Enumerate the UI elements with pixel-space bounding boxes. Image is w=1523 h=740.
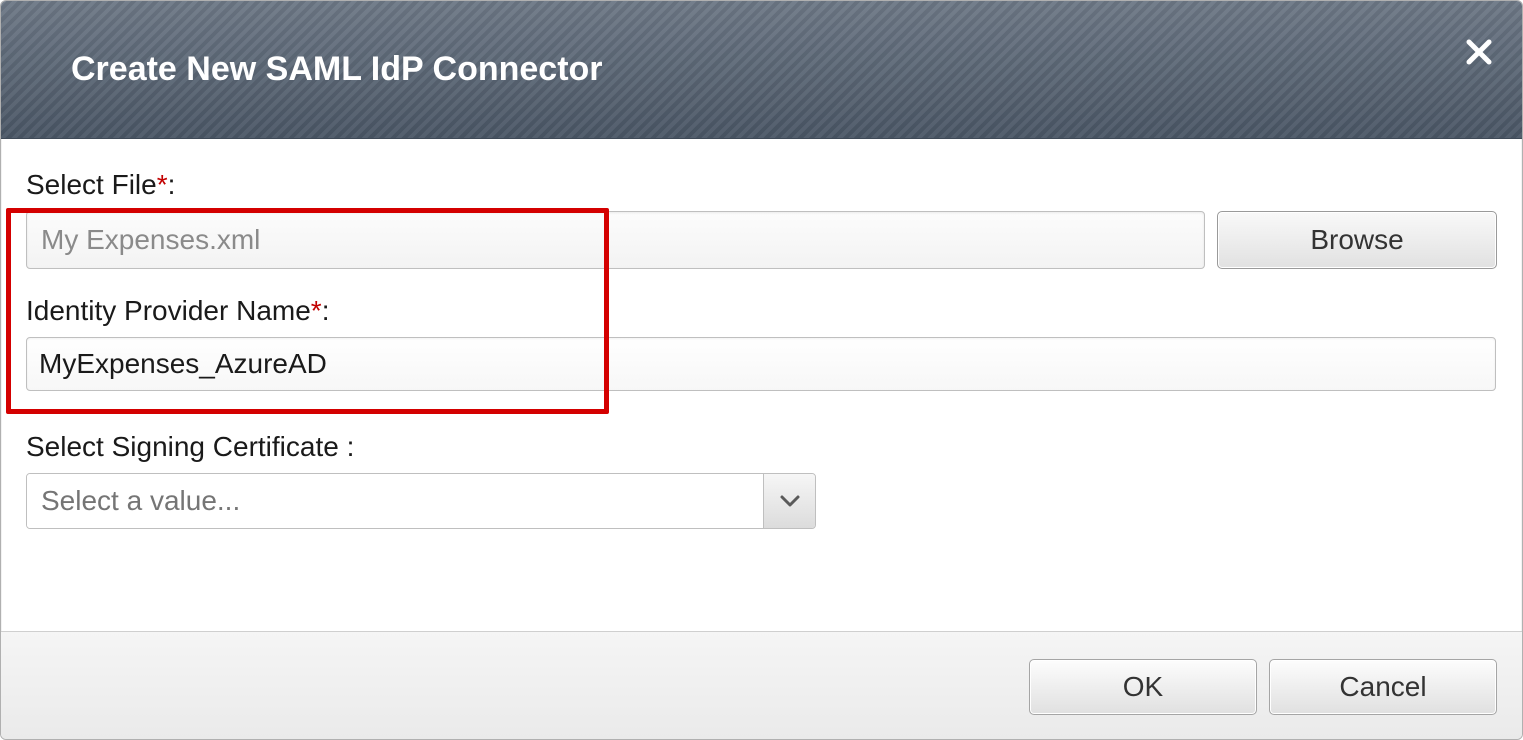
file-row: Browse [26,211,1497,269]
select-file-label: Select File*: [26,169,1497,201]
dialog-footer: OK Cancel [1,631,1522,740]
close-icon[interactable] [1464,37,1494,67]
signing-cert-select[interactable] [26,473,816,529]
dialog-title: Create New SAML IdP Connector [71,50,603,89]
browse-button[interactable]: Browse [1217,211,1497,269]
select-file-label-text: Select File [26,169,157,200]
select-file-row: Select File*: Browse [26,169,1497,269]
required-mark: * [311,295,322,326]
signing-cert-value[interactable] [27,474,763,528]
chevron-down-icon[interactable] [763,474,815,528]
required-mark: * [157,169,168,200]
colon: : [322,295,330,326]
dialog: Create New SAML IdP Connector Select Fil… [0,0,1523,740]
idp-name-label-text: Identity Provider Name [26,295,311,326]
ok-button[interactable]: OK [1029,659,1257,715]
idp-name-label: Identity Provider Name*: [26,295,1497,327]
colon: : [168,169,176,200]
dialog-body: Select File*: Browse Identity Provider N… [1,139,1522,631]
idp-name-row: Identity Provider Name*: [26,295,1497,391]
dialog-header: Create New SAML IdP Connector [1,1,1522,139]
signing-cert-label: Select Signing Certificate : [26,431,1497,463]
select-file-input[interactable] [26,211,1205,269]
cancel-button[interactable]: Cancel [1269,659,1497,715]
signing-cert-row: Select Signing Certificate : [26,431,1497,529]
idp-name-input[interactable] [26,337,1496,391]
